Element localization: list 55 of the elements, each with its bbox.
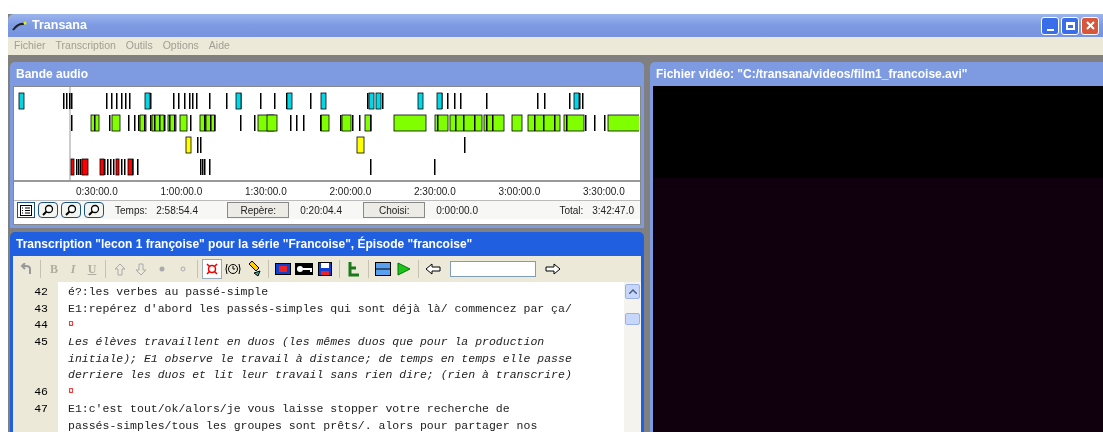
- zoom-out-button[interactable]: [61, 202, 81, 218]
- zoom-in-button[interactable]: [38, 202, 58, 218]
- total-value: 3:42:47.0: [592, 203, 634, 218]
- save-icon[interactable]: [315, 259, 335, 279]
- menu-item[interactable]: Options: [162, 38, 199, 54]
- transcript-line: E1:c'est tout/ok/alors/je vous laisse stopper votre recherche de: [68, 400, 510, 417]
- scroll-up-icon: [628, 289, 637, 294]
- tick-label: 0:30:00.0: [76, 185, 118, 199]
- menu-item[interactable]: Transcription: [55, 38, 116, 54]
- marker-symbol: ¤: [68, 318, 74, 333]
- panel-title: Fichier vidéo: "C:/transana/videos/film1_francoise.avi": [656, 66, 968, 83]
- line-number: 45: [33, 334, 49, 351]
- panel-title: Bande audio: [16, 66, 88, 83]
- minimize-button[interactable]: [1041, 16, 1059, 35]
- tick-label: 3:00:00.0: [498, 185, 541, 199]
- split-view-icon[interactable]: [373, 259, 393, 279]
- mark-value: 0:20:04.4: [300, 203, 343, 218]
- scroll-thumb[interactable]: [625, 313, 640, 325]
- maximize-button[interactable]: [1061, 16, 1079, 35]
- line-number: 47: [33, 400, 49, 417]
- selection-button[interactable]: Choisi:: [363, 202, 426, 218]
- mark-button[interactable]: Repère:: [227, 202, 290, 218]
- panel-title: Transcription "lecon 1 françoise" pour la série "Francoise", Épisode "francoise": [16, 235, 473, 253]
- transcript-line: passés-simples/tous les groupes sont prêts/. alors pour partager nos: [68, 417, 538, 432]
- transcript-line: derriere les duos et lit leur travail sans rien dire; (rien à transcrire): [68, 367, 572, 384]
- selection-value: 0:00:00.0: [436, 203, 479, 218]
- menu-item[interactable]: Fichier: [14, 38, 46, 54]
- transcript-line: Les élèves travaillent en duos (les mêmes duos que pour la production: [68, 334, 545, 351]
- time-label: Temps:: [115, 203, 148, 218]
- transcript-line: E1:repérez d'abord les passés-simples qui sont déjà là/ commencez par ça/: [68, 300, 572, 317]
- app-logo-icon: [12, 19, 28, 32]
- transcript-line: é?:les verbes au passé-simple: [68, 284, 269, 300]
- scrollbar[interactable]: [624, 282, 641, 432]
- close-button[interactable]: [1081, 16, 1099, 35]
- tick-label: 2:30:00.0: [414, 185, 456, 199]
- line-number: 42: [33, 284, 49, 300]
- list-view-button[interactable]: [17, 202, 35, 218]
- transcript-line: initiale); E1 observe le travail à distance; de temps en temps elle passe: [68, 350, 572, 367]
- marker-toggle-button[interactable]: [202, 259, 222, 279]
- tick-label: 1:00:00.0: [160, 185, 203, 199]
- total-label: Total:: [559, 203, 584, 218]
- tick-label: 1:30:00.0: [245, 185, 287, 199]
- time-value: 2:58:54.4: [156, 203, 199, 218]
- menu-item[interactable]: Aide: [208, 38, 230, 54]
- zoom-button[interactable]: [84, 202, 104, 218]
- search-field[interactable]: [450, 261, 536, 277]
- line-number: 43: [33, 300, 49, 317]
- line-number: 46: [33, 384, 49, 401]
- tick-label: 2:00:00.0: [329, 185, 372, 199]
- close-icon: [1085, 21, 1095, 30]
- window-title: Transana: [32, 17, 88, 35]
- menu-item[interactable]: Outils: [125, 38, 153, 54]
- tick-label: 3:30:00.0: [583, 185, 625, 199]
- marker-symbol: ¤: [68, 385, 74, 400]
- line-number: 44: [33, 317, 49, 334]
